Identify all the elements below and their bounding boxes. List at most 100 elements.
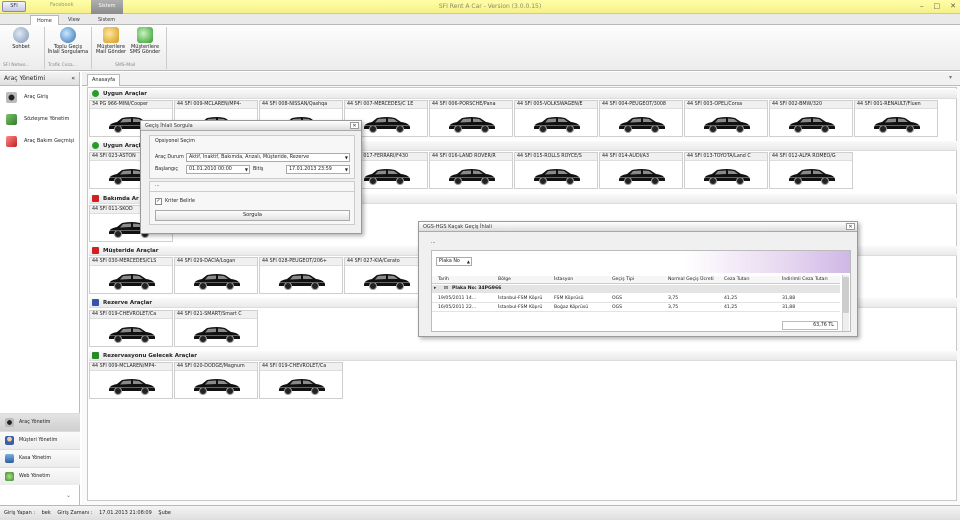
context-tab-sistem[interactable]: Sistem (91, 0, 123, 14)
column-header[interactable]: Bölge (498, 276, 511, 284)
send-sms-button[interactable]: Müşterilere SMS Gönder (124, 27, 166, 55)
group-row[interactable]: ▸ ⊟ Plaka No: 34PG966 (432, 285, 840, 293)
vehicle-card[interactable]: 44 SFI 004-PEUGEOT/3008 (599, 100, 683, 137)
chat-button[interactable]: Sohbet (0, 27, 42, 50)
car-icon (362, 114, 412, 134)
result-toolbar: ... (431, 240, 436, 245)
mail-icon (103, 27, 119, 43)
vehicle-status-combo[interactable]: Aktif, İnaktif, Bakımda, Arızalı, Müşter… (186, 153, 350, 162)
expand-icon[interactable]: ▸ (434, 285, 436, 293)
nav-maintenance-history[interactable]: Araç Bakım Geçmişi (0, 130, 79, 152)
group-toggle-icon[interactable]: ⊟ (444, 285, 448, 293)
vehicle-card[interactable]: 44 SFI 030-MERCEDES/CLS (89, 257, 173, 294)
vehicle-card[interactable]: 44 SFI 002-BMW/320 (769, 100, 853, 137)
close-icon[interactable]: ✕ (350, 122, 359, 129)
ribbon-group-network: SFI Netwo... (3, 63, 30, 68)
vehicle-plate-label: 44 SFI 020-DODGE/Magnum (175, 363, 257, 371)
vehicle-card[interactable]: 44 SFI 021-SMART/Smart C (174, 310, 258, 347)
scrollbar-thumb[interactable] (843, 277, 849, 313)
column-header[interactable]: Ceza Tutarı (724, 276, 750, 284)
tab-home-page[interactable]: Anasayfa (87, 74, 121, 86)
vehicle-card[interactable]: 44 SFI 016-LAND ROVER/R (429, 152, 513, 189)
login-time-value: 17.01.2013 21:08:09 (99, 510, 152, 516)
column-header[interactable]: Tarih (438, 276, 449, 284)
vehicle-card[interactable]: 44 SFI 028-PEUGEOT/206+ (259, 257, 343, 294)
panel-collapse-icon[interactable]: « (71, 72, 75, 85)
vehicle-plate-label: 44 SFI 005-VOLKSWAGEN/E (515, 101, 597, 109)
end-date-label: Bitiş (253, 167, 264, 172)
table-cell: 41,25 (724, 296, 738, 301)
vehicle-card[interactable]: 44 SFI 001-RENAULT/Fluen (854, 100, 938, 137)
vehicle-card[interactable]: 44 SFI 003-OPEL/Corsa (684, 100, 768, 137)
group-panel: Plaka No ▲ (432, 251, 850, 273)
grid-scrollbar[interactable] (842, 275, 849, 331)
car-icon (787, 114, 837, 134)
end-date-field[interactable]: 17.01.2013 23:59 ▼ (286, 165, 350, 174)
bulk-query-label-2: İhlali Sorgulama (47, 49, 89, 55)
vehicle-card[interactable]: 44 SFI 015-ROLLS ROYCE/S (514, 152, 598, 189)
vehicle-card[interactable]: 44 SFI 005-VOLKSWAGEN/E (514, 100, 598, 137)
nav-group-customer[interactable]: Müşteri Yönetim (0, 431, 80, 449)
app-menu-button[interactable]: SFI (2, 1, 26, 12)
car-icon (192, 324, 242, 344)
query-button[interactable]: Sorgula (155, 210, 350, 221)
send-sms-label-2: SMS Gönder (129, 49, 161, 55)
chevron-down-icon[interactable]: ▾ (949, 74, 952, 81)
login-user: bek (41, 510, 51, 516)
vehicle-card[interactable]: 44 SFI 009-MCLAREN/MP4- (89, 362, 173, 399)
column-header[interactable]: Geçiş Tipi (612, 276, 634, 284)
tab-view[interactable]: View (62, 15, 86, 25)
vehicle-card-row: 44 SFI 019-CHEVROLET/Ca 44 SFI 021-SMART/… (89, 310, 258, 347)
nav-group-cash[interactable]: Kasa Yönetim (0, 449, 80, 467)
nav-group-vehicle[interactable]: Araç Yönetim (0, 413, 80, 431)
vehicle-plate-label: 44 SFI 019-CHEVROLET/Ca (90, 311, 172, 319)
close-icon[interactable]: ✕ (950, 2, 956, 10)
cash-register-icon (5, 454, 14, 463)
tab-sistem[interactable]: Sistem (92, 15, 121, 25)
table-cell: 3,75 (668, 296, 679, 301)
table-row[interactable]: 16/05/2011 22... İstanbul-FSM Köprü Boğaz … (432, 304, 840, 312)
criteria-checkbox[interactable]: ✓ (155, 198, 162, 205)
calendar-icon (92, 299, 99, 306)
vehicle-card[interactable]: 44 SFI 012-ALFA ROMEO/G (769, 152, 853, 189)
table-row[interactable]: 19/05/2011 14... İstanbul-FSM Köprü FSM Kö… (432, 295, 840, 303)
column-header[interactable]: İstasyon (554, 276, 573, 284)
title-bar: SFI Facebook Sistem SFI Rent A Car - Ver… (0, 0, 960, 14)
table-cell: İstanbul-FSM Köprü (498, 296, 543, 301)
dialog-title: OGS-HGS Kaçak Geçiş İhlali (423, 224, 492, 230)
vehicle-card[interactable]: 44 SFI 019-CHEVROLET/Ca (259, 362, 343, 399)
check-icon (92, 142, 99, 149)
vehicle-card[interactable]: 44 SFI 027-KIA/Cerato (344, 257, 428, 294)
vehicle-card[interactable]: 44 SFI 014-AUDI/A3 (599, 152, 683, 189)
calendar-flag-icon (92, 352, 99, 359)
ribbon-separator (44, 27, 45, 69)
nav-group-web[interactable]: Web Yönetim (0, 467, 80, 485)
nav-vehicle-entry[interactable]: Araç Giriş (0, 86, 79, 108)
vehicle-plate-label: 44 SFI 002-BMW/320 (770, 101, 852, 109)
column-header[interactable]: İndirimli Ceza Tutarı (782, 276, 828, 284)
vehicle-card[interactable]: 44 SFI 019-CHEVROLET/Ca (89, 310, 173, 347)
tab-home[interactable]: Home (30, 15, 59, 25)
table-cell: 31,88 (782, 296, 796, 301)
close-icon[interactable]: ✕ (846, 223, 855, 230)
chevron-down-icon[interactable]: ⌄ (66, 492, 71, 499)
groupby-plate-button[interactable]: Plaka No ▲ (436, 257, 472, 266)
vehicle-card[interactable]: 44 SFI 020-DODGE/Magnum (174, 362, 258, 399)
minimize-icon[interactable]: – (920, 2, 924, 10)
nav-group-web-label: Web Yönetim (19, 474, 51, 479)
column-header[interactable]: Normal Geçiş Ücreti (668, 276, 714, 284)
nav-contract-management[interactable]: Sözleşme Yönetim (0, 108, 79, 130)
navigation-bar-groups: Araç Yönetim Müşteri Yönetim Kasa Yöneti… (0, 413, 80, 485)
car-icon (192, 271, 242, 291)
maximize-icon[interactable]: □ (934, 2, 941, 10)
vehicle-card[interactable]: 44 SFI 013-TOYOTA/Land C (684, 152, 768, 189)
bulk-violation-query-button[interactable]: Toplu Geçiş İhlali Sorgulama (47, 27, 89, 55)
criteria-checkbox-label: Kriter Belirle (165, 199, 195, 204)
quick-access-facebook[interactable]: Facebook (50, 2, 74, 8)
car-icon (277, 271, 327, 291)
status-bar: Giriş Yapan : bek Giriş Zamanı : 17.01.2… (0, 505, 960, 520)
vehicle-card[interactable]: 44 SFI 029-DACIA/Logan (174, 257, 258, 294)
vehicle-card[interactable]: 44 SFI 006-PORSCHE/Pana (429, 100, 513, 137)
contract-icon (6, 113, 17, 125)
start-date-field[interactable]: 01.01.2010 00:00 ▼ (186, 165, 250, 174)
